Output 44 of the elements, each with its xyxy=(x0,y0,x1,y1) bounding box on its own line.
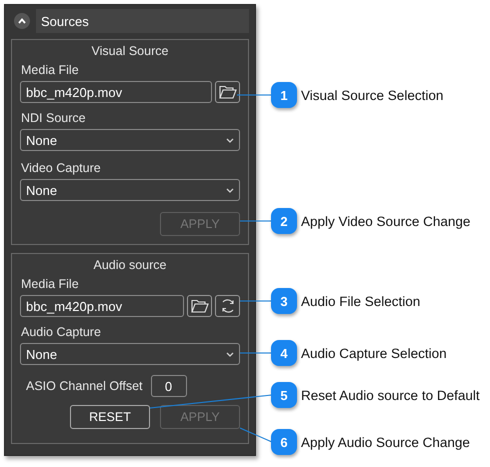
callout-label: Apply Audio Source Change xyxy=(301,434,470,450)
reset-button[interactable]: RESET xyxy=(70,405,150,429)
group-title: Audio source xyxy=(94,258,166,272)
field-label: NDI Source xyxy=(21,111,87,125)
chevron-icon xyxy=(226,188,234,192)
field-label: Video Capture xyxy=(21,161,102,175)
folder-icon xyxy=(218,85,236,99)
field-label: Media File xyxy=(21,63,80,77)
leader-line xyxy=(240,300,272,302)
callout-label: Apply Video Source Change xyxy=(301,214,470,228)
video-capture-dropdown[interactable]: None xyxy=(20,179,240,201)
leader-line xyxy=(240,352,272,354)
callout-label: Visual Source Selection xyxy=(301,88,444,102)
leader-line xyxy=(236,94,272,96)
caret-icon xyxy=(18,18,26,24)
chevron-icon xyxy=(226,352,234,356)
browse-button[interactable] xyxy=(215,81,240,103)
file-field[interactable]: bbc_m420p.mov xyxy=(20,81,212,103)
audio-capture-dropdown[interactable]: None xyxy=(20,343,240,365)
callout-label: Audio File Selection xyxy=(301,294,420,308)
panel-title: Sources xyxy=(41,14,89,28)
field-label: Media File xyxy=(21,277,80,291)
refresh-button[interactable] xyxy=(215,295,240,317)
ndi-source-dropdown[interactable]: None xyxy=(20,129,240,151)
folder-icon xyxy=(190,299,208,313)
callout-number: 5 xyxy=(271,382,297,408)
callout-number: 1 xyxy=(271,82,297,108)
file-field[interactable]: bbc_m420p.mov xyxy=(20,295,184,317)
callout-number: 6 xyxy=(271,429,297,455)
refresh-icon xyxy=(220,298,236,314)
offset-field[interactable]: 0 xyxy=(150,375,186,397)
callout-number: 3 xyxy=(271,288,297,314)
collapse-toggle[interactable] xyxy=(14,13,30,29)
chevron-icon xyxy=(226,138,234,142)
callout-label: Audio Capture Selection xyxy=(301,346,447,360)
leader-line xyxy=(240,220,272,222)
field-label: Audio Capture xyxy=(21,325,102,339)
callout-number: 4 xyxy=(271,340,297,366)
field-label: ASIO Channel Offset xyxy=(26,379,142,393)
leader-line xyxy=(240,428,272,442)
callout-number: 2 xyxy=(271,208,297,234)
callout-label: Reset Audio source to Default xyxy=(301,388,480,402)
browse-button[interactable] xyxy=(187,295,212,317)
group-title: Visual Source xyxy=(92,44,168,58)
